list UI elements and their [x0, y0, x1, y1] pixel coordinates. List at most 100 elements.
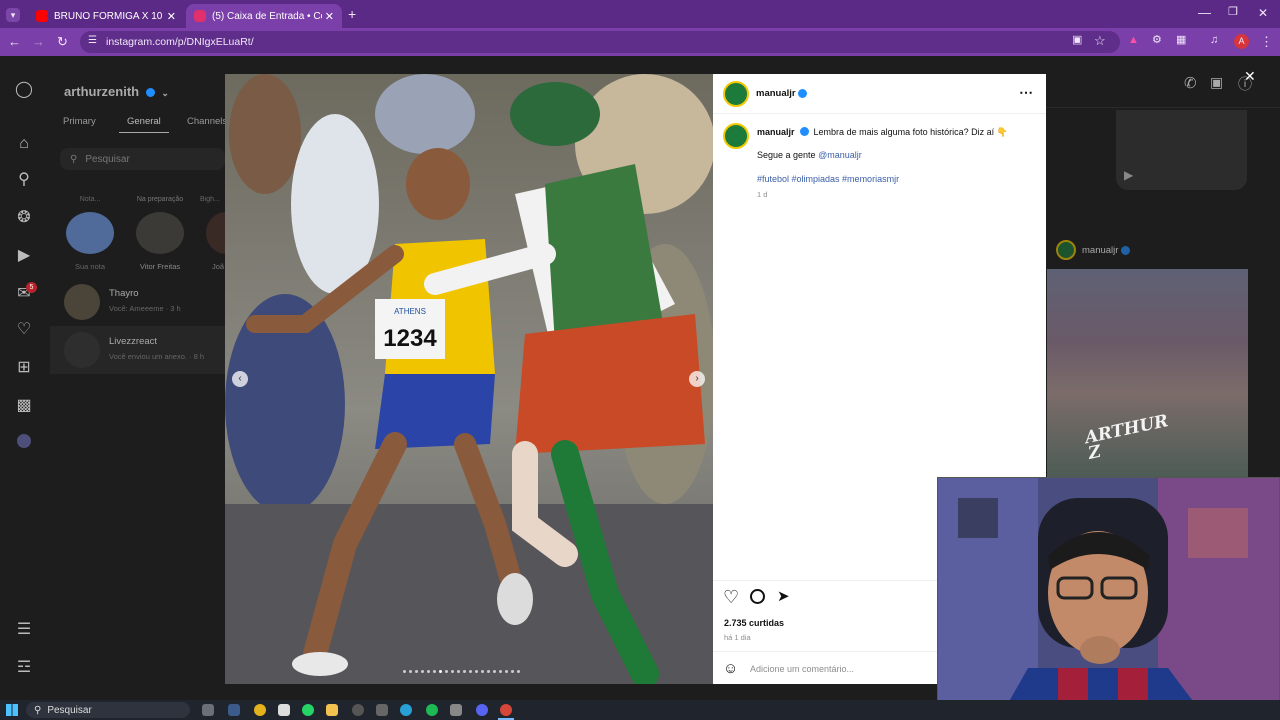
list-item[interactable]: Livezzreact Você enviou um anexo. · 8 h — [50, 326, 225, 374]
note-item[interactable]: Bigh... Joã — [200, 196, 225, 271]
post-header: manualjr ⋯ — [713, 74, 1046, 114]
webcam-scene — [938, 478, 1279, 719]
instagram-logo-icon[interactable]: ◯ — [14, 80, 34, 100]
chevron-down-icon[interactable]: ⌄ — [161, 88, 169, 98]
extensions-puzzle-icon[interactable]: ▦ — [1176, 35, 1186, 46]
obs-icon[interactable] — [352, 704, 364, 716]
shared-post-thumbnail[interactable]: ▶ — [1116, 110, 1247, 190]
tab-general[interactable]: General — [127, 116, 161, 127]
back-icon[interactable]: ← — [8, 35, 21, 48]
vpn-extension-icon[interactable]: ⚙ — [1152, 35, 1162, 46]
explore-icon[interactable]: ❂ — [14, 208, 34, 228]
reels-icon[interactable]: ▶ — [14, 246, 34, 266]
close-modal-icon[interactable]: ✕ — [1244, 68, 1256, 85]
inbox-search[interactable]: ⚲ Pesquisar — [60, 148, 225, 170]
mention-link[interactable]: @manualjr — [818, 150, 862, 160]
note-name: Joã — [212, 262, 225, 271]
note-item[interactable]: Na preparação Vitor Freitas — [128, 196, 192, 271]
close-window-icon[interactable]: ✕ — [1258, 7, 1268, 19]
video-call-icon[interactable]: ▣ — [1210, 74, 1223, 91]
bookmark-star-icon[interactable]: ☆ — [1094, 34, 1106, 47]
widgets-icon[interactable] — [228, 704, 240, 716]
next-image-icon[interactable]: › — [689, 371, 705, 387]
url-field[interactable]: ☰ instagram.com/p/DNIgxELuaRt/ — [80, 31, 1120, 53]
inbox-header: arthurzenith ⌄ — [64, 84, 169, 99]
notifications-heart-icon[interactable]: ♡ — [14, 320, 34, 340]
threads-icon[interactable]: ☲ — [14, 658, 34, 678]
search-icon: ⚲ — [70, 153, 78, 165]
create-icon[interactable]: ⊞ — [14, 358, 34, 378]
discord-icon[interactable] — [476, 704, 488, 716]
post-photo[interactable]: 1234 ATHENS ‹ › — [225, 74, 713, 684]
more-menu-icon[interactable]: ☰ — [14, 620, 34, 640]
close-tab-icon[interactable]: ✕ — [325, 10, 334, 23]
minimize-icon[interactable]: — — [1198, 6, 1211, 19]
url-text: instagram.com/p/DNIgxELuaRt/ — [106, 36, 254, 48]
windows-taskbar: ⚲ Pesquisar — [0, 700, 1280, 720]
media-control-icon[interactable]: ♫ — [1210, 35, 1218, 46]
tab-youtube[interactable]: BRUNO FORMIGA X 10 "HATER ✕ — [28, 4, 184, 28]
forward-icon[interactable]: → — [32, 35, 45, 48]
app-icon[interactable] — [376, 704, 388, 716]
likes-count[interactable]: 2.735 curtidas — [724, 618, 784, 628]
extension-icon[interactable]: ▲ — [1128, 35, 1139, 46]
avatar[interactable] — [723, 123, 749, 149]
tab-channels[interactable]: Channels — [187, 116, 225, 127]
tab-instagram[interactable]: (5) Caixa de Entrada • Conversa ✕ — [186, 4, 342, 28]
chrome-icon[interactable] — [254, 704, 266, 716]
caption-time: 1 d — [757, 190, 768, 199]
note-item[interactable]: Nota... Sua nota — [62, 196, 118, 271]
avatar — [64, 284, 100, 320]
file-explorer-icon[interactable] — [326, 704, 338, 716]
caption-text: Lembra de mais alguma foto histórica? Di… — [813, 127, 1008, 137]
phone-call-icon[interactable]: ✆ — [1184, 74, 1197, 92]
like-heart-icon[interactable]: ♡ — [723, 587, 739, 608]
more-options-icon[interactable]: ⋯ — [1019, 84, 1033, 101]
app-icon[interactable] — [278, 704, 290, 716]
comment-icon[interactable] — [750, 589, 765, 604]
comment-input[interactable]: Adicione um comentário... — [750, 664, 854, 674]
tab-search-icon[interactable]: ▾ — [6, 8, 20, 22]
search-icon[interactable]: ⚲ — [14, 170, 34, 190]
caption-username[interactable]: manualjr — [757, 127, 795, 137]
profile-avatar[interactable]: A — [1234, 34, 1249, 49]
bib-header: ATHENS — [394, 307, 426, 316]
install-app-icon[interactable]: ▣ — [1072, 35, 1082, 46]
menu-kebab-icon[interactable]: ⋮ — [1260, 35, 1273, 48]
new-tab-icon[interactable]: + — [348, 7, 356, 21]
emoji-icon[interactable]: ☺ — [723, 660, 738, 677]
conversation-preview: Você: Ameeeme · 3 h — [109, 304, 181, 313]
whatsapp-icon[interactable] — [302, 704, 314, 716]
edge-icon[interactable] — [400, 704, 412, 716]
home-icon[interactable]: ⌂ — [14, 134, 34, 154]
post-time: há 1 dia — [724, 633, 751, 642]
instagram-icon — [194, 10, 206, 22]
reload-icon[interactable]: ↻ — [57, 35, 68, 48]
hashtags-link[interactable]: #futebol #olimpiadas #memoriasmjr — [757, 174, 899, 184]
windows-start-icon[interactable] — [6, 704, 18, 716]
carousel-dots — [403, 670, 537, 674]
spotify-icon[interactable] — [426, 704, 438, 716]
dashboard-icon[interactable]: ▩ — [14, 396, 34, 416]
avatar[interactable] — [723, 81, 749, 107]
task-view-icon[interactable] — [202, 704, 214, 716]
conversation-preview: Você enviou um anexo. · 8 h — [109, 352, 205, 361]
restore-icon[interactable]: ❐ — [1228, 7, 1238, 18]
site-info-icon[interactable]: ☰ — [88, 36, 97, 46]
taskbar-search[interactable]: ⚲ Pesquisar — [26, 702, 190, 718]
previous-image-icon[interactable]: ‹ — [232, 371, 248, 387]
share-icon[interactable]: ➤ — [777, 587, 790, 605]
tab-primary[interactable]: Primary — [63, 116, 96, 127]
download-icon[interactable] — [450, 704, 462, 716]
inbox-tabs: Primary General Channels — [63, 116, 225, 134]
search-placeholder: Pesquisar — [85, 153, 130, 165]
profile-avatar[interactable] — [17, 434, 31, 448]
chrome-active-icon[interactable] — [500, 704, 512, 716]
post-username[interactable]: manualjr — [756, 88, 796, 99]
tab-title: BRUNO FORMIGA X 10 "HATER — [54, 10, 164, 22]
list-item[interactable]: Thayro Você: Ameeeme · 3 h — [50, 278, 225, 324]
browser-toolbar: ← → ↻ ☰ instagram.com/p/DNIgxELuaRt/ ▣ ☆… — [0, 28, 1280, 56]
inbox-username[interactable]: arthurzenith — [64, 84, 139, 99]
webcam-overlay — [937, 477, 1280, 720]
close-tab-icon[interactable]: ✕ — [167, 10, 176, 23]
